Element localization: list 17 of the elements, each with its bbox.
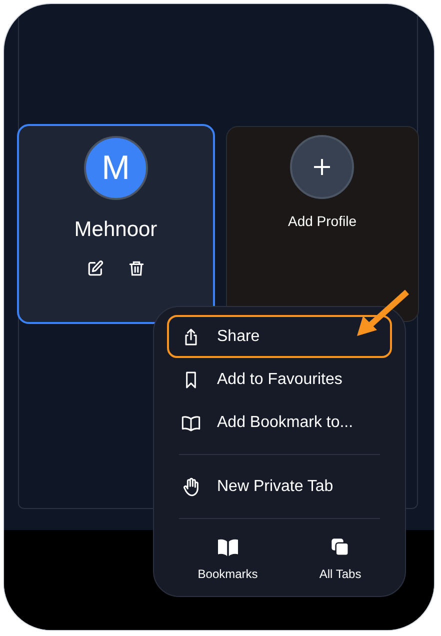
delete-icon[interactable] bbox=[128, 260, 145, 276]
menu-item[interactable]: Add to Favourites bbox=[167, 358, 392, 401]
edit-icon[interactable] bbox=[86, 260, 104, 276]
menu-item[interactable]: New Private Tab bbox=[167, 465, 392, 508]
tabs-icon bbox=[330, 537, 350, 557]
add-icon bbox=[290, 135, 354, 199]
toolbar-button[interactable]: Bookmarks bbox=[192, 537, 264, 583]
add-profile-card[interactable]: Add Profile bbox=[226, 126, 419, 322]
hand-icon bbox=[181, 476, 201, 496]
menu-item[interactable]: Share bbox=[167, 315, 392, 358]
avatar: M bbox=[84, 136, 148, 200]
toolbar-button[interactable]: All Tabs bbox=[313, 537, 368, 583]
profile-name: Mehnoor bbox=[74, 217, 158, 243]
book-icon bbox=[216, 537, 239, 557]
profile-card[interactable]: M Mehnoor bbox=[17, 124, 214, 324]
menu-item[interactable]: Add Bookmark to... bbox=[167, 401, 392, 444]
add-profile-label: Add Profile bbox=[288, 212, 356, 231]
